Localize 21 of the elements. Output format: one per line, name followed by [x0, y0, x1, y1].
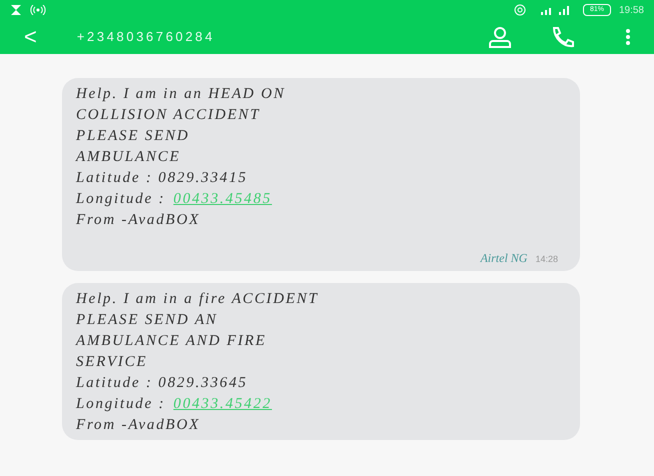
message-time: 14:28 — [535, 253, 558, 266]
latitude-text: Latitude : 0829.33415 — [76, 169, 249, 188]
status-time: 19:58 — [618, 4, 644, 18]
message-text: Help. I am in an HEAD ON COLLISION ACCIDENT PLEASE SEND AMBULANCE — [76, 85, 286, 167]
longitude-label: Longitude : — [76, 190, 166, 209]
contact-number: +2348036760284 — [76, 28, 215, 46]
more-icon[interactable] — [626, 28, 630, 46]
sender-text: From -AvadBOX — [76, 211, 202, 230]
back-button[interactable]: < — [24, 26, 37, 48]
hourglass-icon — [10, 4, 22, 16]
message-text: Help. I am in a fire ACCIDENT PLEASE SEND AN AMBULANCE AND FIRE SERVICE — [76, 290, 320, 372]
latitude-text: Latitude : 0829.33645 — [76, 374, 249, 393]
longitude-link[interactable]: 00433.45485 — [173, 189, 272, 210]
sender-text: From -AvadBOX — [76, 416, 202, 435]
carrier-label: Airtel NG — [480, 250, 528, 267]
longitude-link[interactable]: 00433.45422 — [173, 394, 272, 415]
hotspot-icon — [30, 5, 46, 15]
contact-icon[interactable] — [488, 26, 512, 48]
wifi-icon — [512, 4, 527, 16]
phone-icon[interactable] — [550, 26, 576, 48]
longitude-label: Longitude : — [76, 395, 166, 414]
